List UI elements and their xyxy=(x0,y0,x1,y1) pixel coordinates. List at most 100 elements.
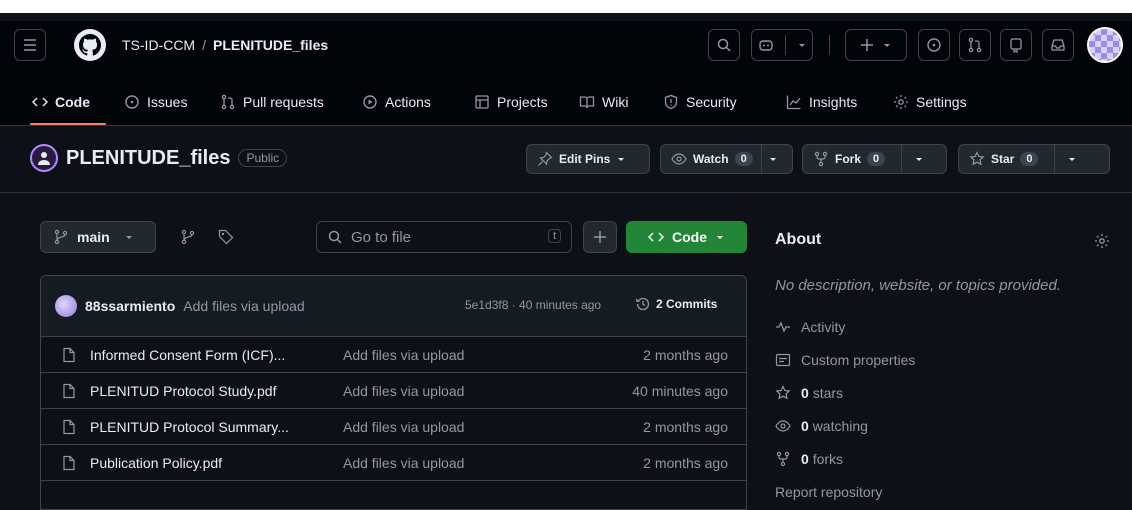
tab-label: Wiki xyxy=(602,94,629,110)
edit-pins-button[interactable]: Edit Pins xyxy=(526,144,650,174)
file-commit-message[interactable]: Add files via upload xyxy=(343,419,464,435)
star-count: 0 xyxy=(1020,152,1039,166)
custom-properties-link[interactable]: Custom properties xyxy=(775,352,915,368)
latest-commit: 88ssarmiento Add files via upload 5e1d3f… xyxy=(41,276,746,337)
tab-settings[interactable]: Settings xyxy=(893,79,967,125)
chevron-down-icon xyxy=(717,236,723,239)
branch-name: main xyxy=(77,229,110,245)
chevron-down-icon xyxy=(125,236,132,239)
repo-nav-tabs: Code Issues Pull requests Actions Projec… xyxy=(0,79,1132,126)
fork-label: Fork xyxy=(835,152,862,166)
tab-label: Pull requests xyxy=(243,94,324,110)
code-icon xyxy=(648,232,664,242)
tab-actions[interactable]: Actions xyxy=(362,79,431,125)
note-icon xyxy=(775,353,791,367)
tab-insights[interactable]: Insights xyxy=(786,79,857,125)
copilot-icon xyxy=(758,40,773,51)
file-name[interactable]: Informed Consent Form (ICF)... xyxy=(90,347,285,363)
repo-name[interactable]: PLENITUDE_files xyxy=(66,147,230,170)
github-logo-icon[interactable] xyxy=(74,29,106,61)
code-button-label: Code xyxy=(672,229,707,245)
tab-issues[interactable]: Issues xyxy=(124,79,187,125)
commit-message[interactable]: Add files via upload xyxy=(183,298,304,314)
pull-request-icon xyxy=(221,94,235,110)
add-file-button[interactable] xyxy=(583,221,617,253)
repo-owner-avatar[interactable] xyxy=(30,144,58,172)
star-icon xyxy=(969,151,985,166)
inbox-icon xyxy=(1051,39,1065,51)
eye-icon xyxy=(775,420,791,432)
report-repository-label: Report repository xyxy=(775,484,883,500)
partial-overlay-text xyxy=(0,0,1132,13)
breadcrumb-owner[interactable]: TS-ID-CCM xyxy=(122,37,195,53)
file-commit-message[interactable]: Add files via upload xyxy=(343,347,464,363)
tab-security[interactable]: Security xyxy=(663,79,737,125)
commits-link[interactable]: 2 Commits xyxy=(635,296,717,312)
tab-pull-requests[interactable]: Pull requests xyxy=(220,79,324,125)
fork-button[interactable]: Fork 0 xyxy=(802,144,947,174)
menu-button[interactable] xyxy=(14,29,46,61)
repositories-button[interactable] xyxy=(1000,29,1032,61)
person-icon xyxy=(38,152,50,165)
file-name[interactable]: PLENITUD Protocol Summary... xyxy=(90,419,289,435)
issue-icon xyxy=(125,95,139,109)
pulse-icon xyxy=(776,321,790,333)
table-row[interactable]: PLENITUD Protocol Summary... Add files v… xyxy=(41,409,746,445)
table-row[interactable]: PLENITUD Protocol Study.pdf Add files vi… xyxy=(41,373,746,409)
forks-label: forks xyxy=(812,451,844,467)
stars-label: stars xyxy=(812,385,844,401)
tab-code[interactable]: Code xyxy=(32,79,90,125)
file-commit-message[interactable]: Add files via upload xyxy=(343,383,464,399)
activity-link[interactable]: Activity xyxy=(775,319,845,335)
file-name[interactable]: PLENITUD Protocol Study.pdf xyxy=(90,383,276,399)
stars-link[interactable]: 0 stars xyxy=(775,385,843,401)
user-avatar[interactable] xyxy=(1087,27,1123,63)
go-to-file-input[interactable]: Go to file t xyxy=(316,221,572,253)
commits-count: 2 Commits xyxy=(656,297,718,311)
search-button[interactable] xyxy=(708,29,740,61)
file-browser: 88ssarmiento Add files via upload 5e1d3f… xyxy=(40,275,747,510)
copilot-button[interactable] xyxy=(751,29,813,61)
tab-label: Issues xyxy=(147,94,188,110)
watch-button[interactable]: Watch 0 xyxy=(660,144,793,174)
plus-icon xyxy=(861,39,873,51)
issues-button[interactable] xyxy=(918,29,950,61)
create-new-button[interactable] xyxy=(845,29,907,61)
code-icon xyxy=(32,97,48,107)
avatar[interactable] xyxy=(55,295,77,317)
tags-link[interactable] xyxy=(218,229,234,245)
tag-icon xyxy=(218,229,234,245)
code-button[interactable]: Code xyxy=(626,221,747,253)
report-repository-link[interactable]: Report repository xyxy=(775,484,882,500)
chevron-down-icon xyxy=(618,158,625,161)
tab-wiki[interactable]: Wiki xyxy=(579,79,628,125)
file-name[interactable]: Publication Policy.pdf xyxy=(90,455,222,471)
inbox-button[interactable] xyxy=(1042,29,1074,61)
edit-pins-label: Edit Pins xyxy=(559,152,611,166)
file-commit-message[interactable]: Add files via upload xyxy=(343,455,464,471)
watching-link[interactable]: 0 watching xyxy=(775,418,868,434)
tab-label: Projects xyxy=(497,94,548,110)
fork-icon xyxy=(776,451,790,467)
tab-label: Security xyxy=(686,94,737,110)
file-icon xyxy=(63,347,75,363)
pin-icon xyxy=(538,151,553,166)
commit-author[interactable]: 88ssarmiento xyxy=(85,298,175,314)
issue-icon xyxy=(927,38,941,52)
star-button[interactable]: Star 0 xyxy=(958,144,1110,174)
breadcrumb-repo[interactable]: PLENITUDE_files xyxy=(213,37,328,53)
tab-projects[interactable]: Projects xyxy=(474,79,548,125)
gear-icon[interactable] xyxy=(1094,233,1110,249)
branches-link[interactable] xyxy=(180,229,196,245)
commit-meta[interactable]: 5e1d3f8 · 40 minutes ago xyxy=(465,298,601,312)
watching-count: 0 xyxy=(801,418,809,434)
table-row[interactable]: Informed Consent Form (ICF)... Add files… xyxy=(41,337,746,373)
history-icon xyxy=(636,297,650,311)
pull-requests-button[interactable] xyxy=(959,29,991,61)
forks-link[interactable]: 0 forks xyxy=(775,451,843,467)
about-title: About xyxy=(775,231,822,248)
file-date: 2 months ago xyxy=(643,455,728,471)
file-icon xyxy=(63,383,75,399)
branch-selector[interactable]: main xyxy=(40,221,156,253)
table-row[interactable]: Publication Policy.pdf Add files via upl… xyxy=(41,445,746,481)
